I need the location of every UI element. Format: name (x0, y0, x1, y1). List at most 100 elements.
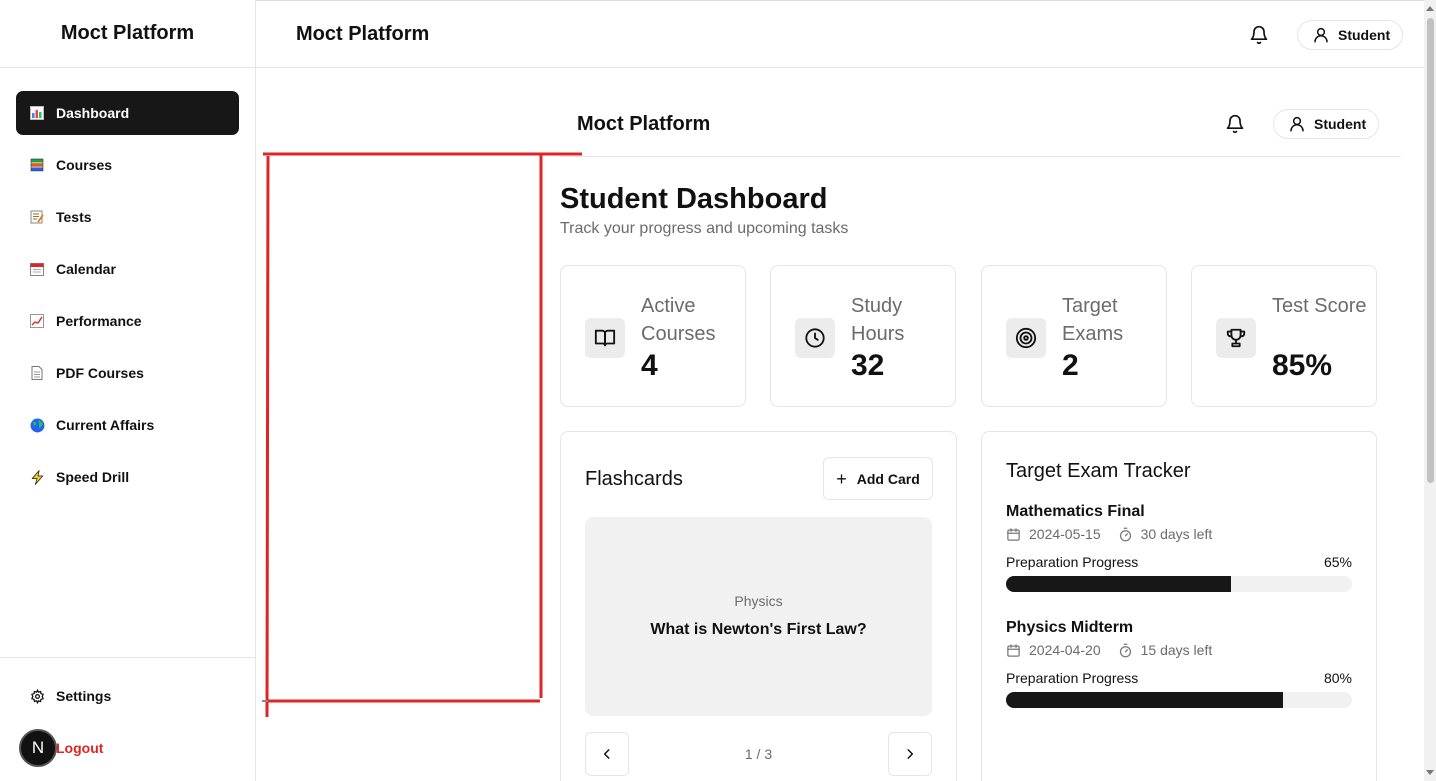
exam-meta: 2024-05-15 30 days left (1006, 526, 1352, 542)
books-icon (29, 157, 45, 173)
settings-label: Settings (56, 688, 112, 704)
timer-icon (1119, 643, 1131, 657)
inner-user-label: Student (1314, 116, 1367, 132)
lightning-icon (29, 469, 45, 485)
progress-row: Preparation Progress 65% (1006, 554, 1352, 570)
sidebar-item-dashboard[interactable]: Dashboard (16, 91, 239, 135)
dev-tools-badge[interactable]: N (19, 729, 57, 767)
sidebar-item-label: Performance (56, 313, 142, 329)
stat-value: 4 (641, 349, 658, 382)
inner-notification-bell-icon[interactable] (1223, 112, 1247, 136)
plus-icon: + (836, 468, 847, 489)
exam-tracker-panel: Target Exam Tracker Mathematics Final 20… (981, 431, 1377, 781)
page-title: Student Dashboard (560, 183, 828, 215)
stat-card-test-score: Test Score 85% (1191, 265, 1377, 407)
page-icon (29, 365, 45, 381)
page-header-title: Moct Platform (296, 22, 430, 45)
bar-chart-icon (29, 105, 45, 121)
chart-increasing-icon (29, 313, 45, 329)
page-subtitle: Track your progress and upcoming tasks (560, 220, 849, 237)
exam-name: Physics Midterm (1006, 619, 1134, 636)
notification-bell-icon[interactable] (1247, 23, 1271, 47)
stat-card-target-exams: Target Exams 2 (981, 265, 1167, 407)
exam-item: Physics Midterm 2024-04-20 15 days left … (1006, 619, 1352, 708)
sidebar-item-pdf-courses[interactable]: PDF Courses (16, 351, 239, 395)
sidebar-item-label: Tests (56, 209, 92, 225)
stat-label: Target Exams (1062, 295, 1124, 345)
progress-percent: 65% (1323, 554, 1352, 570)
calendar-icon (29, 261, 45, 277)
exam-item: Mathematics Final 2024-05-15 30 days lef… (1006, 503, 1352, 592)
stat-label: Study Hours (851, 295, 905, 345)
sidebar-nav: Dashboard Courses Tests Calendar Perform… (0, 68, 255, 499)
exam-name: Mathematics Final (1006, 503, 1145, 520)
progress-label: Preparation Progress (1006, 670, 1139, 686)
progress-bar-fill (1006, 692, 1283, 708)
sidebar-item-tests[interactable]: Tests (16, 195, 239, 239)
target-icon (1006, 318, 1046, 358)
next-card-button[interactable] (888, 732, 932, 776)
sidebar-item-label: Calendar (56, 261, 116, 277)
stat-label: Active Courses (641, 295, 716, 345)
flashcards-panel: Flashcards + Add Card Physics What is Ne… (560, 431, 957, 781)
user-label: Student (1338, 27, 1391, 43)
stat-card-active-courses: Active Courses 4 (560, 265, 746, 407)
progress-label: Preparation Progress (1006, 554, 1139, 570)
flashcard-subject: Physics (734, 593, 783, 609)
logout-label: Logout (56, 740, 104, 756)
chevron-right-icon (907, 749, 914, 759)
sidebar-item-label: Courses (56, 157, 113, 173)
gear-icon (29, 688, 45, 704)
inner-user-menu-button[interactable]: Student (1273, 109, 1380, 139)
memo-icon (29, 209, 45, 225)
flashcard[interactable]: Physics What is Newton's First Law? (585, 517, 932, 716)
page-scrollbar[interactable] (1424, 0, 1436, 781)
user-icon (1314, 27, 1328, 43)
sidebar-item-current-affairs[interactable]: Current Affairs (16, 403, 239, 447)
scroll-up-arrow-icon[interactable] (1426, 6, 1434, 11)
sidebar-item-label: Current Affairs (56, 417, 155, 433)
exam-days-left: 15 days left (1140, 642, 1213, 658)
exam-meta: 2024-04-20 15 days left (1006, 642, 1352, 658)
progress-bar (1006, 576, 1352, 592)
sidebar-item-label: Dashboard (56, 105, 130, 121)
stat-value: 85% (1272, 349, 1333, 382)
flashcard-question: What is Newton's First Law? (650, 621, 867, 638)
sidebar-item-courses[interactable]: Courses (16, 143, 239, 187)
stat-card-study-hours: Study Hours 32 (770, 265, 956, 407)
timer-icon (1119, 527, 1131, 541)
settings-button[interactable]: Settings (16, 674, 239, 718)
sidebar-item-performance[interactable]: Performance (16, 299, 239, 343)
inner-header-title: Moct Platform (577, 113, 711, 135)
sidebar-item-label: PDF Courses (56, 365, 144, 381)
sidebar-item-label: Speed Drill (56, 469, 130, 485)
scroll-down-arrow-icon[interactable] (1426, 770, 1434, 775)
calendar-icon (1007, 643, 1020, 657)
exam-tracker-title: Target Exam Tracker (1006, 460, 1191, 482)
book-open-icon (585, 318, 625, 358)
exam-date: 2024-05-15 (1029, 526, 1101, 542)
stat-value: 32 (851, 349, 885, 382)
progress-bar (1006, 692, 1352, 708)
inner-user-icon (1290, 116, 1304, 132)
stat-label: Test Score (1272, 295, 1367, 317)
sidebar-brand: Moct Platform (0, 0, 255, 68)
scroll-thumb[interactable] (1427, 18, 1434, 483)
calendar-icon (1007, 527, 1020, 541)
user-menu-button[interactable]: Student (1297, 20, 1404, 50)
sidebar-item-calendar[interactable]: Calendar (16, 247, 239, 291)
globe-icon (29, 417, 45, 433)
stat-value: 2 (1062, 349, 1079, 382)
trophy-icon (1216, 318, 1256, 358)
exam-days-left: 30 days left (1140, 526, 1213, 542)
flashcards-title: Flashcards (585, 468, 683, 490)
sidebar: Moct Platform Dashboard Courses Tests Ca… (0, 0, 256, 781)
progress-bar-fill (1006, 576, 1231, 592)
clock-icon (795, 318, 835, 358)
progress-percent: 80% (1323, 670, 1352, 686)
progress-row: Preparation Progress 80% (1006, 670, 1352, 686)
add-card-label: Add Card (856, 470, 920, 487)
add-card-button[interactable]: + Add Card (823, 457, 933, 500)
exam-date: 2024-04-20 (1029, 642, 1101, 658)
sidebar-item-speed-drill[interactable]: Speed Drill (16, 455, 239, 499)
